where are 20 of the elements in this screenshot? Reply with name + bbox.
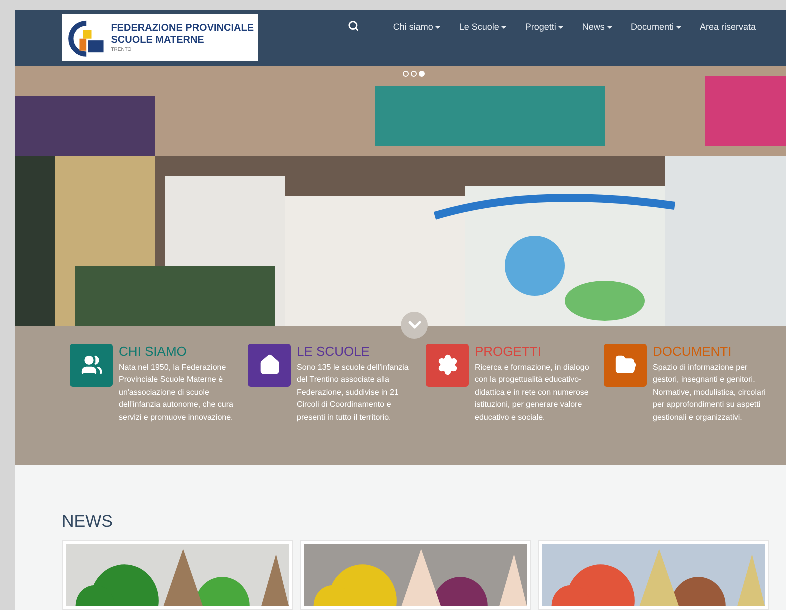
feature-description: Nata nel 1950, la Federazione Provinciale Scuole Materne è un'associazione di scuole dell'infanzia autonome, che cura servizi e promuove innovazione. — [119, 362, 234, 424]
nav-link[interactable]: Chi siamo — [393, 21, 442, 34]
feature-icon-tile[interactable] — [248, 344, 291, 387]
feature-description: Ricerca e formazione, in dialogo con la progettualità educativo-didattica e in rete con numerose istituzioni, per generare valore educativo e sociale. — [475, 362, 590, 424]
nav-link[interactable]: Documenti — [630, 21, 682, 34]
people-icon — [80, 354, 102, 376]
nav-link[interactable]: Le Scuole — [459, 21, 508, 34]
feature-description: Sono 135 le scuole dell'infanzia del Trentino associate alla Federazione, suddivise in 21 Circoli di Coordinamento e presenti in tutto il territorio. — [297, 362, 410, 424]
feature-icon-tile[interactable] — [604, 344, 647, 387]
search-icon[interactable] — [348, 20, 360, 32]
nav-link[interactable]: Area riservata — [700, 21, 756, 34]
section-heading: NEWS — [62, 510, 114, 532]
feature-icon-tile[interactable] — [70, 344, 113, 387]
house-icon — [258, 354, 280, 376]
feature-description: Spazio di informazione per gestori, insegnanti e genitori. Normative, modulistica, circolari per approfondimenti su aspetti gestionali e organizzativi. — [653, 362, 767, 424]
nav-link[interactable]: Progetti — [525, 21, 564, 34]
logo-title: FEDERAZIONE PROVINCIALE — [111, 22, 254, 35]
feature-icon-tile[interactable] — [426, 344, 469, 387]
nav-link[interactable]: News — [582, 21, 613, 34]
logo-title: SCUOLE MATERNE — [111, 34, 206, 47]
